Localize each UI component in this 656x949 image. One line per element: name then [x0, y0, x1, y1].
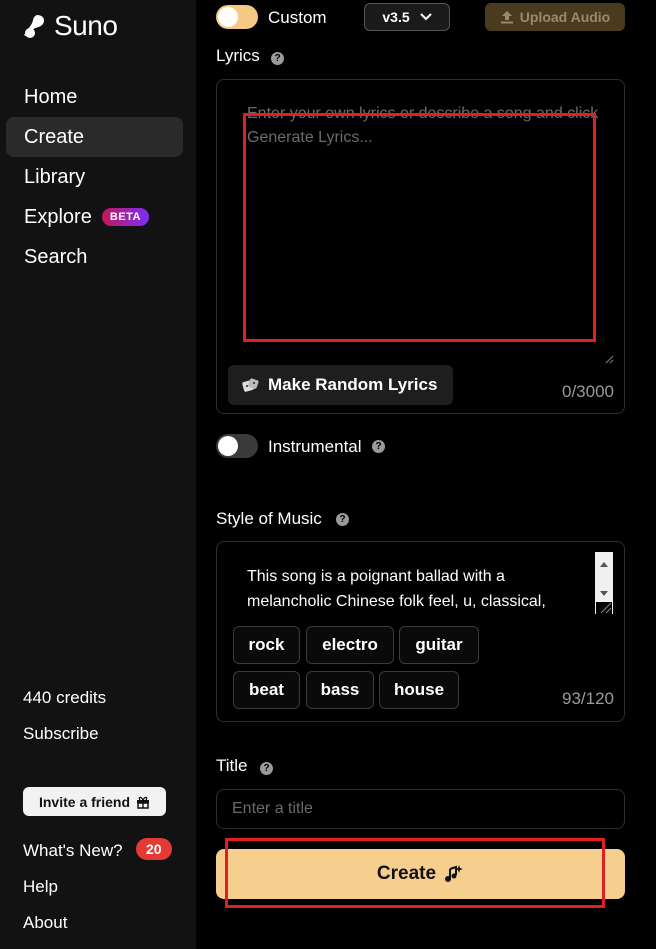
custom-label: Custom: [268, 8, 327, 27]
help-link[interactable]: Help: [23, 877, 58, 897]
lyrics-textarea[interactable]: Enter your own lyrics or describe a song…: [216, 79, 625, 414]
instrumental-toggle[interactable]: [216, 434, 258, 458]
lyrics-help-icon[interactable]: ?: [271, 52, 284, 65]
instrumental-help-icon[interactable]: ?: [372, 440, 385, 453]
title-input[interactable]: [216, 789, 625, 829]
whats-new-badge: 20: [136, 838, 172, 860]
whats-new-link[interactable]: What's New?: [23, 841, 123, 861]
suno-logo[interactable]: Suno: [22, 10, 118, 42]
make-random-lyrics-label: Make Random Lyrics: [268, 375, 438, 394]
version-select[interactable]: v3.5: [364, 3, 450, 31]
lyrics-placeholder: Enter your own lyrics or describe a song…: [247, 105, 599, 146]
style-help-icon[interactable]: ?: [336, 513, 349, 526]
create-button-label: Create: [376, 863, 437, 884]
style-tag[interactable]: bass: [306, 671, 374, 709]
nav-library[interactable]: Library: [6, 157, 183, 197]
create-button[interactable]: Create: [216, 849, 625, 899]
beta-badge: BETA: [101, 208, 149, 226]
style-tag[interactable]: electro: [306, 626, 394, 664]
nav-search[interactable]: Search: [6, 237, 183, 277]
nav-search-label: Search: [24, 245, 88, 268]
chevron-down-icon: [419, 13, 432, 21]
title-help-icon[interactable]: ?: [260, 762, 273, 775]
sidebar: Suno Home Create Library Explore BETA Se…: [0, 0, 196, 949]
about-link[interactable]: About: [23, 913, 67, 933]
make-random-lyrics-button[interactable]: Make Random Lyrics: [228, 365, 453, 405]
style-tag[interactable]: guitar: [399, 626, 479, 664]
style-counter: 93/120: [562, 689, 614, 708]
nav-create[interactable]: Create: [6, 117, 183, 157]
upload-audio-button[interactable]: Upload Audio: [485, 3, 625, 31]
style-tag[interactable]: house: [379, 671, 459, 709]
create-panel: Custom v3.5 Upload Audio Lyrics ? Enter …: [196, 0, 656, 949]
gift-icon: [137, 796, 150, 809]
version-value: v3.5: [382, 9, 410, 25]
invite-friend-button[interactable]: Invite a friend: [23, 787, 166, 816]
nav-explore[interactable]: Explore BETA: [6, 197, 183, 237]
invite-friend-label: Invite a friend: [38, 793, 131, 810]
nav-home-label: Home: [24, 85, 78, 108]
music-sparkle-icon: [445, 865, 464, 882]
title-label: Title: [216, 756, 248, 775]
style-tag[interactable]: beat: [233, 671, 300, 709]
custom-toggle-knob: [218, 7, 238, 27]
subscribe-link[interactable]: Subscribe: [23, 724, 99, 744]
upload-audio-label: Upload Audio: [519, 9, 611, 25]
style-text[interactable]: This song is a poignant ballad with a me…: [247, 564, 577, 614]
nav-create-label: Create: [24, 125, 85, 148]
upload-icon: [500, 11, 513, 24]
style-of-music-field[interactable]: This song is a poignant ballad with a me…: [216, 541, 625, 722]
instrumental-toggle-knob: [218, 436, 238, 456]
nav-explore-label: Explore: [24, 205, 92, 228]
style-label: Style of Music: [216, 509, 322, 528]
lyrics-label: Lyrics: [216, 46, 260, 65]
style-tag[interactable]: rock: [233, 626, 300, 664]
dice-icon: [242, 378, 259, 392]
nav-home[interactable]: Home: [6, 77, 183, 117]
lyrics-counter: 0/3000: [562, 382, 614, 401]
custom-toggle[interactable]: [216, 5, 258, 29]
resize-grip-icon[interactable]: [604, 354, 614, 364]
nav-library-label: Library: [24, 165, 86, 188]
scrollbar[interactable]: [595, 552, 613, 614]
instrumental-label: Instrumental: [268, 437, 362, 456]
app-name: Suno: [54, 10, 118, 41]
credits-count: 440 credits: [23, 688, 107, 707]
suno-logo-icon: [24, 15, 45, 38]
